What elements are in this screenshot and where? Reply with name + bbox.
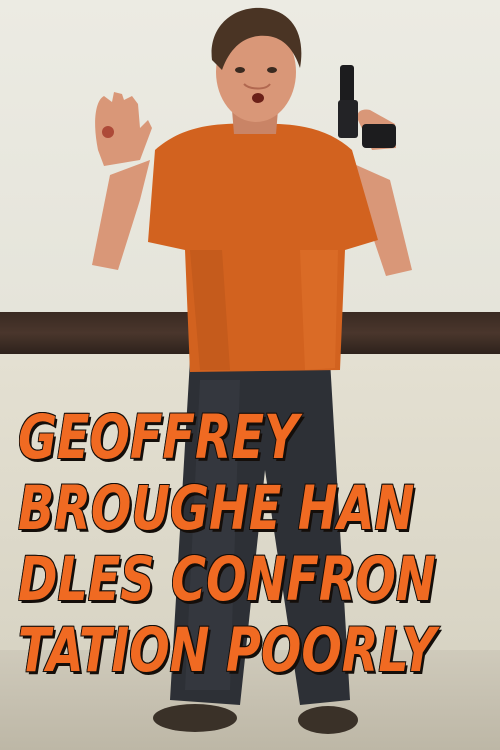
movie-title: GEOFFREY BROUGHE HAN DLES CONFRON TATION… bbox=[17, 401, 488, 687]
title-line-1: GEOFFREY bbox=[17, 401, 299, 474]
poster: GEOFFREY BROUGHE HAN DLES CONFRON TATION… bbox=[0, 0, 500, 750]
title-line-2: BROUGHE HAN bbox=[17, 472, 415, 545]
title-line-3: DLES CONFRON bbox=[17, 543, 436, 616]
title-line-4: TATION POORLY bbox=[17, 614, 436, 687]
